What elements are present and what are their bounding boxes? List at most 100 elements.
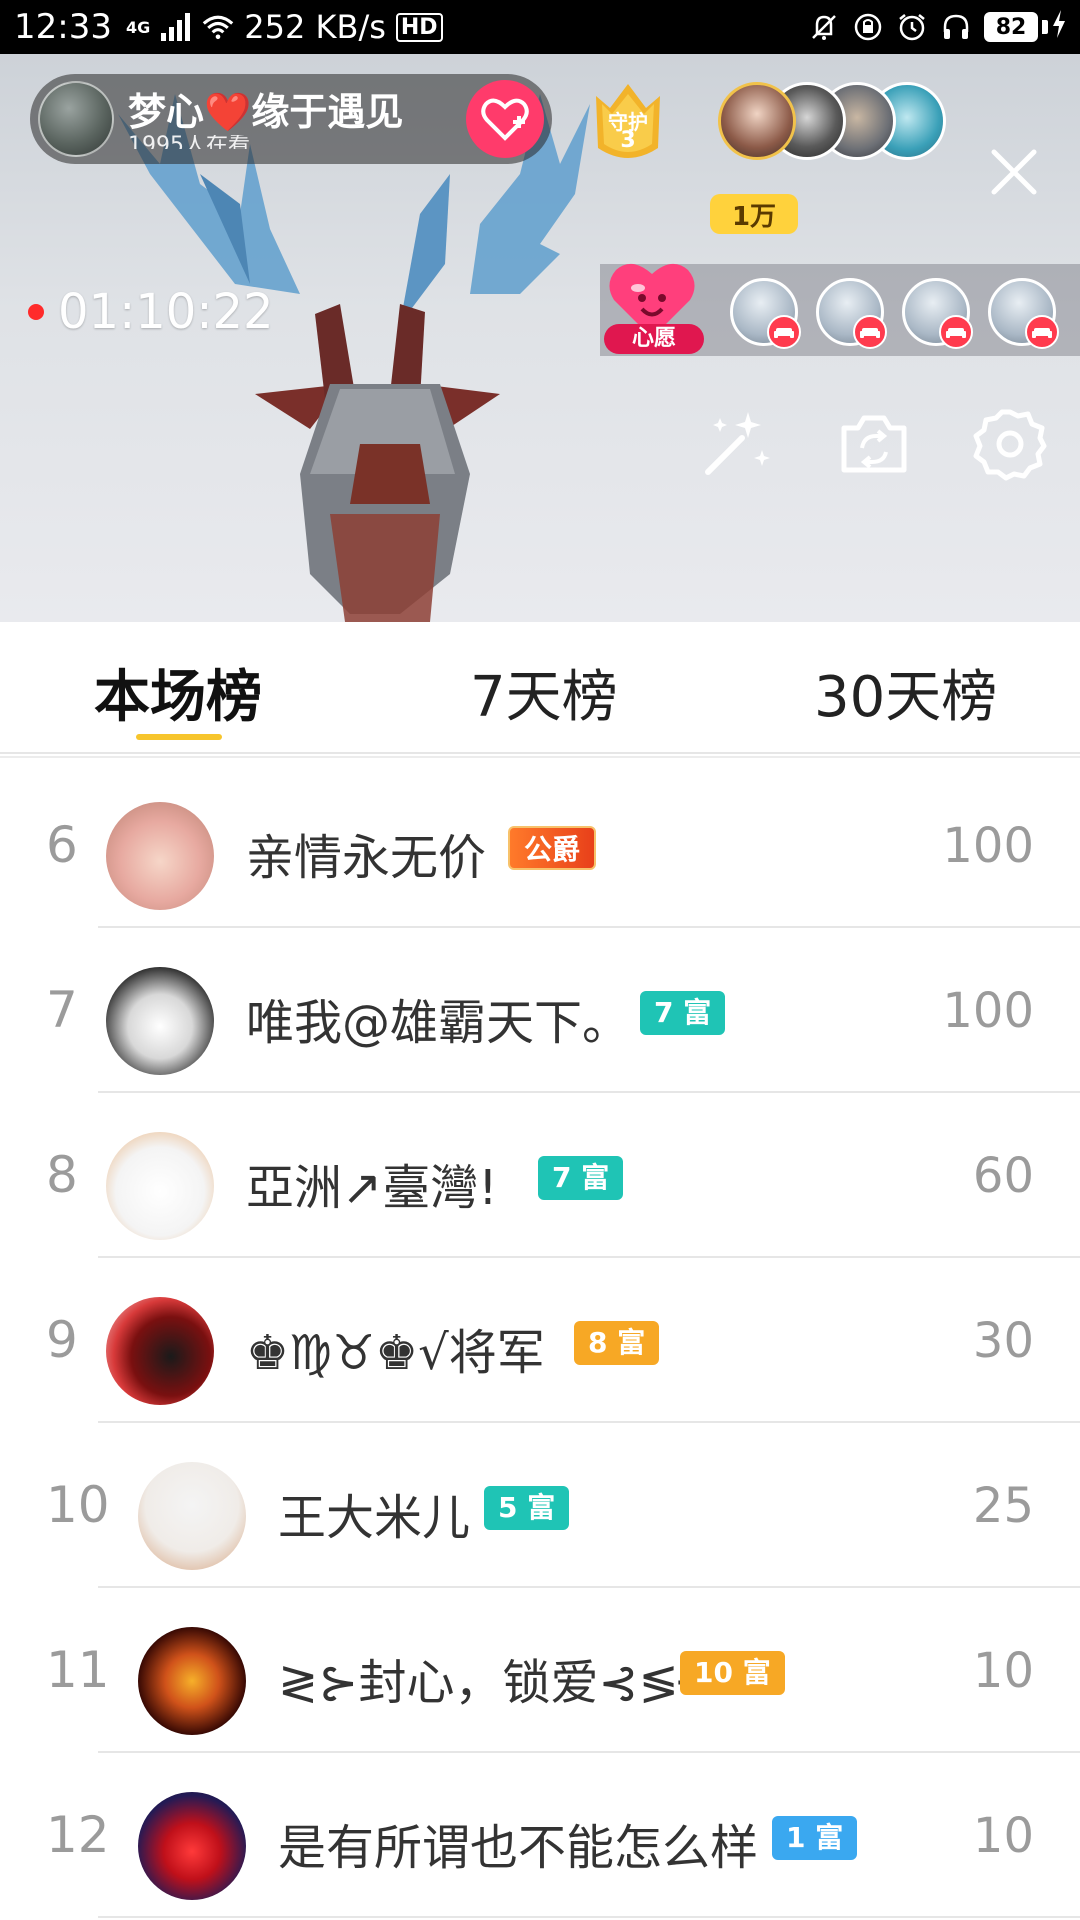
guard-badge[interactable]: 守护 3 (582, 78, 674, 170)
user-name: 亲情永无价 (246, 830, 487, 886)
sofa-icon (853, 315, 887, 349)
ranking-row[interactable]: 12 是有所谓也不能怎么样 1 富 10 (0, 1754, 1080, 1918)
wish-label: 心愿 (604, 324, 704, 354)
user-name: 亞洲↗臺灣! (246, 1160, 498, 1216)
user-avatar[interactable] (106, 1297, 214, 1405)
rank-number: 8 (46, 1146, 78, 1204)
tab-30-days[interactable]: 30天榜 (814, 652, 997, 733)
user-name: ≷⊱封心，锁爱⊰≶╯ (278, 1655, 708, 1711)
level-badge: 10 富 (680, 1651, 785, 1695)
close-icon (991, 149, 1037, 195)
host-name: 梦心❤️缘于遇见 (128, 90, 404, 134)
rank-number: 9 (46, 1311, 78, 1369)
battery-tip (1042, 20, 1048, 34)
sofa-icon (939, 315, 973, 349)
score: 30 (972, 1313, 1034, 1369)
user-avatar[interactable] (106, 1132, 214, 1240)
top-viewer-avatars (718, 82, 948, 162)
alarm-icon (896, 11, 928, 43)
ranking-row[interactable]: 11 ≷⊱封心，锁爱⊰≶╯ 10 富 10 (0, 1589, 1080, 1753)
wifi-icon (202, 11, 234, 43)
battery-indicator: 82 (984, 8, 1066, 46)
user-avatar[interactable] (106, 967, 214, 1075)
rank-number: 7 (46, 981, 78, 1039)
ranking-row[interactable]: 10 王大米儿 5 富 25 (0, 1424, 1080, 1588)
level-badge: 5 富 (484, 1486, 570, 1530)
row-divider (98, 1751, 1080, 1753)
host-viewer-count: 1995人在看 (128, 135, 250, 149)
user-name: 是有所谓也不能怎么样 (278, 1820, 759, 1876)
status-bar: 12:33 4G 252 KB/s HD 82 (0, 0, 1080, 54)
sofa-icon (1025, 315, 1059, 349)
score: 10 (972, 1643, 1034, 1699)
live-timer: 01:10:22 (28, 284, 274, 340)
level-badge: 7 富 (538, 1156, 624, 1200)
score: 10 (972, 1808, 1034, 1864)
host-avatar[interactable] (38, 81, 114, 157)
tab-7-days[interactable]: 7天榜 (470, 652, 618, 733)
battery-level: 82 (984, 12, 1038, 42)
follow-button[interactable] (466, 80, 544, 158)
level-badge: 1 富 (772, 1816, 858, 1860)
settings-button[interactable] (972, 406, 1048, 482)
user-avatar[interactable] (138, 1627, 246, 1735)
guard-count: 3 (620, 128, 636, 153)
viewer-avatar[interactable] (718, 82, 796, 160)
row-divider (98, 1421, 1080, 1423)
lock-rotation-icon (852, 11, 884, 43)
user-avatar[interactable] (106, 802, 214, 910)
row-divider (98, 926, 1080, 928)
mute-bell-icon (808, 11, 840, 43)
heart-plus-icon (481, 98, 529, 141)
wish-slot[interactable] (730, 278, 801, 349)
host-info-pill[interactable]: 梦心❤️缘于遇见 1995人在看 (30, 74, 552, 164)
status-left: 12:33 4G 252 KB/s HD (14, 7, 443, 47)
ranking-tabs: 本场榜 7天榜 30天榜 (0, 622, 1080, 754)
network-type: 4G (125, 17, 151, 37)
score: 100 (942, 983, 1034, 1039)
user-avatar[interactable] (138, 1462, 246, 1570)
row-divider (98, 1256, 1080, 1258)
magic-wand-icon (705, 412, 770, 475)
live-timer-text: 01:10:22 (58, 284, 274, 340)
host-text: 梦心❤️缘于遇见 1995人在看 (128, 89, 466, 149)
rank-number: 10 (46, 1476, 110, 1534)
wish-slot[interactable] (902, 278, 973, 349)
fans-count-badge[interactable]: 1万 (710, 194, 798, 234)
ranking-list[interactable]: 6 亲情永无价 公爵 100 7 唯我@雄霸天下。 7 富 100 8 亞洲↗臺… (0, 756, 1080, 1920)
level-badge: 7 富 (640, 991, 726, 1035)
recording-dot-icon (28, 304, 44, 320)
clock: 12:33 (14, 7, 112, 47)
level-badge: 公爵 (508, 826, 597, 870)
ranking-row[interactable]: 8 亞洲↗臺灣! 7 富 60 (0, 1094, 1080, 1258)
wish-slot[interactable] (816, 278, 887, 349)
user-name: ♚♍♉♚√将军 (246, 1325, 545, 1381)
camera-switch-icon (841, 415, 907, 473)
score: 60 (972, 1148, 1034, 1204)
rank-number: 6 (46, 816, 78, 874)
hd-indicator: HD (395, 12, 443, 42)
ranking-row[interactable]: 6 亲情永无价 公爵 100 (0, 764, 1080, 928)
gear-icon (973, 409, 1047, 481)
rank-number: 12 (46, 1806, 110, 1864)
network-speed: 252 KB/s (244, 8, 386, 46)
row-divider (98, 1091, 1080, 1093)
close-button[interactable] (984, 142, 1044, 202)
headphones-icon (940, 11, 972, 43)
beauty-wand-button[interactable] (698, 406, 774, 482)
ranking-row[interactable]: 7 唯我@雄霸天下。 7 富 100 (0, 929, 1080, 1093)
cell-signal-icon (160, 11, 192, 43)
tab-current-session[interactable]: 本场榜 (94, 652, 262, 733)
user-name: 王大米儿 (278, 1490, 471, 1546)
sofa-icon (767, 315, 801, 349)
ranking-row[interactable]: 9 ♚♍♉♚√将军 8 富 30 (0, 1259, 1080, 1423)
wish-slot[interactable] (988, 278, 1059, 349)
status-right: 82 (808, 8, 1066, 46)
row-divider (98, 1586, 1080, 1588)
live-video-area[interactable]: 梦心❤️缘于遇见 1995人在看 守护 3 1万 01:10:22 心愿 (0, 54, 1080, 622)
user-avatar[interactable] (138, 1792, 246, 1900)
live-room-screen: { "status_bar": { "time": "12:33", "netw… (0, 0, 1080, 1920)
level-badge: 8 富 (574, 1321, 660, 1365)
switch-camera-button[interactable] (836, 406, 912, 482)
list-top-divider (0, 756, 1080, 758)
